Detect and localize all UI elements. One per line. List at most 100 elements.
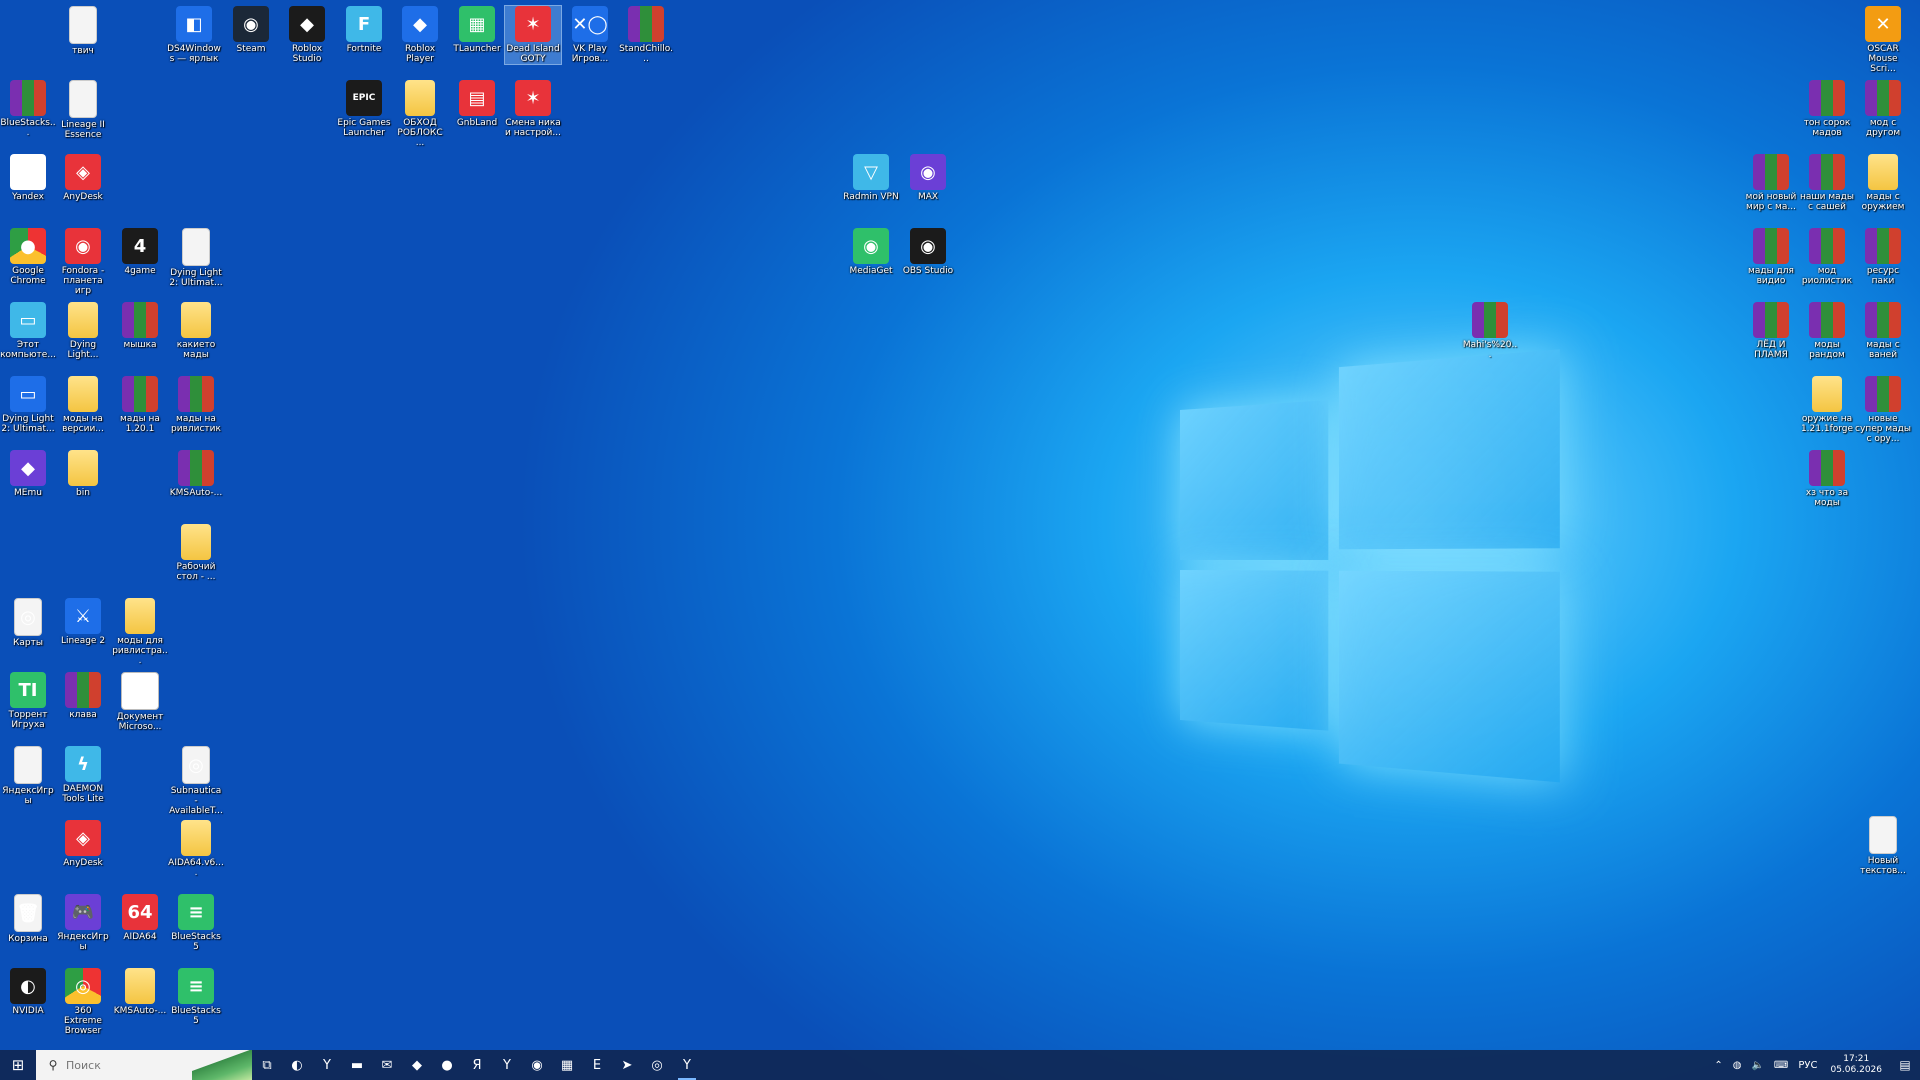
search-input[interactable] <box>64 1057 188 1073</box>
desktop-icon[interactable]: ◐ NVIDIA <box>0 968 56 1016</box>
clock[interactable]: 17:21 05.06.2026 <box>1822 1054 1890 1076</box>
desktop-icon[interactable]: ✕ OSCAR Mouse Scri... <box>1855 6 1911 74</box>
roblox-icon[interactable]: ◆ <box>402 1050 432 1080</box>
desktop-icon[interactable]: ◉ Steam <box>223 6 279 54</box>
yandex-icon[interactable]: Я <box>462 1050 492 1080</box>
desktop-icon[interactable]: ● Google Chrome <box>0 228 56 286</box>
yandex-music-icon[interactable]: Y <box>492 1050 522 1080</box>
desktop-icon[interactable]: мады на ривлистик <box>168 376 224 434</box>
desktop-icon[interactable]: Lineage II Essence <box>55 80 111 140</box>
desktop-icon[interactable]: ✶ Dead Island GOTY <box>504 5 562 65</box>
desktop-icon[interactable]: ≡ BlueStacks 5 <box>168 894 224 952</box>
desktop-icon[interactable]: F Fortnite <box>336 6 392 54</box>
desktop-icon[interactable]: ЯндексИгры <box>0 746 56 806</box>
desktop-icon[interactable]: ◎ Subnautica - AvailableT... <box>168 746 224 816</box>
desktop-icon[interactable]: ЛЁД И ПЛАМЯ <box>1743 302 1799 360</box>
desktop-icon[interactable]: ресурс паки <box>1855 228 1911 286</box>
desktop-icon[interactable]: моды на версии... <box>55 376 111 434</box>
desktop-icon[interactable]: мышка <box>112 302 168 350</box>
search-box[interactable]: ⚲ <box>36 1050 252 1080</box>
desktop-icon[interactable]: ◉ MAX <box>900 154 956 202</box>
desktop-icon[interactable]: 4 4game <box>112 228 168 276</box>
desktop-icon[interactable]: ◉ OBS Studio <box>900 228 956 276</box>
desktop-icon[interactable]: TI Торрент Игруха <box>0 672 56 730</box>
desktop-icon[interactable]: твич <box>55 6 111 56</box>
desktop-icon[interactable]: мод риолистик <box>1799 228 1855 286</box>
desktop-icon[interactable]: Y Yandex <box>0 154 56 202</box>
start-button[interactable]: ⊞ <box>0 1050 36 1080</box>
desktop-icon[interactable]: мады для видио <box>1743 228 1799 286</box>
desktop-icon[interactable]: мады на 1.20.1 <box>112 376 168 434</box>
keyboard-icon[interactable]: ⌨ <box>1769 1060 1793 1071</box>
desktop-icon[interactable]: ✶ Смена ника и настрой... <box>505 80 561 138</box>
desktop-icon[interactable]: ◆ MEmu <box>0 450 56 498</box>
desktop-icon[interactable]: ◈ AnyDesk <box>55 820 111 868</box>
notification-icon[interactable]: ▤ <box>1890 1058 1920 1072</box>
desktop-icon[interactable]: ≡ BlueStacks 5 <box>168 968 224 1026</box>
desktop-icon[interactable]: оружие на 1.21.1forge <box>1799 376 1855 434</box>
network-icon[interactable]: ◍ <box>1728 1060 1747 1071</box>
language-indicator[interactable]: РУС <box>1793 1060 1822 1071</box>
desktop-icon[interactable]: 🗑 Корзина <box>0 894 56 944</box>
desktop-icon[interactable]: моды рандом <box>1799 302 1855 360</box>
desktop-icon[interactable]: ⚔ Lineage 2 <box>55 598 111 646</box>
desktop-icon[interactable]: ▭ Этот компьюте... <box>0 302 56 360</box>
desktop-icon[interactable]: ◉ Fondora - планета игр <box>55 228 111 296</box>
desktop-icon[interactable]: хз что за моды <box>1799 450 1855 508</box>
desktop-icon[interactable]: моды для ривлистра... <box>112 598 168 666</box>
desktop-icon[interactable]: ◆ Roblox Player <box>392 6 448 64</box>
desktop-icon[interactable]: KMSAuto-... <box>112 968 168 1016</box>
edge-icon[interactable]: ◐ <box>282 1050 312 1080</box>
desktop-icon[interactable]: Dying Light 2: Ultimat... <box>168 228 224 288</box>
desktop-icon[interactable]: bin <box>55 450 111 498</box>
app-red-icon[interactable]: ● <box>432 1050 462 1080</box>
desktop-icon[interactable]: Mahi's%20... <box>1462 302 1518 360</box>
desktop-icon[interactable]: StandChillo... <box>618 6 674 64</box>
desktop-icon[interactable]: Новый текстов... <box>1855 816 1911 876</box>
desktop-icon[interactable]: KMSAuto-... <box>168 450 224 498</box>
desktop-icon[interactable]: ◎ Карты <box>0 598 56 648</box>
desktop-icon[interactable]: ϟ DAEMON Tools Lite <box>55 746 111 804</box>
desktop-icon[interactable]: ◉ MediaGet <box>843 228 899 276</box>
desktop-icon[interactable]: ▦ TLauncher <box>449 6 505 54</box>
desktop-icon[interactable]: мады с ваней <box>1855 302 1911 360</box>
minecraft-icon[interactable]: ▦ <box>552 1050 582 1080</box>
desktop-icon[interactable]: ▤ GnbLand <box>449 80 505 128</box>
desktop-icon[interactable]: какието мады <box>168 302 224 360</box>
desktop-icon[interactable]: мады с оружием <box>1855 154 1911 212</box>
desktop-icon[interactable]: ▽ Radmin VPN <box>843 154 899 202</box>
task-view-icon[interactable]: ⧉ <box>252 1050 282 1080</box>
desktop-icon[interactable]: 🎮 ЯндексИгры <box>55 894 111 952</box>
epic-games-icon[interactable]: E <box>582 1050 612 1080</box>
desktop-icon[interactable]: ✕◯ VK Play Игров... <box>562 6 618 64</box>
desktop-icon[interactable]: ОБХОД РОБЛОКС ... <box>392 80 448 148</box>
desktop-icon[interactable]: BlueStacks... <box>0 80 56 138</box>
desktop-icon[interactable]: мод с другом <box>1855 80 1911 138</box>
desktop-icon[interactable]: ◧ DS4Windows — ярлык <box>166 6 222 64</box>
desktop-icon[interactable]: ◆ Roblox Studio <box>279 6 335 64</box>
desktop-icon[interactable]: AIDA64.v6.... <box>168 820 224 878</box>
file-explorer-icon[interactable]: ▬ <box>342 1050 372 1080</box>
desktop-icon[interactable]: ◎ 360 Extreme Browser <box>55 968 111 1036</box>
chrome-icon[interactable]: ◎ <box>642 1050 672 1080</box>
desktop-icon[interactable]: 64 AIDA64 <box>112 894 168 942</box>
desktop-icon[interactable]: Dying Light... <box>55 302 111 360</box>
desktop-icon[interactable]: Рабочий стол - ... <box>168 524 224 582</box>
telegram-icon[interactable]: ➤ <box>612 1050 642 1080</box>
yandex-browser-icon[interactable]: Y <box>312 1050 342 1080</box>
desktop-icon-label: Lineage II Essence <box>61 120 105 140</box>
yandex-browser-active-icon[interactable]: Y <box>672 1050 702 1080</box>
desktop-icon[interactable]: EPIC Epic Games Launcher <box>336 80 392 138</box>
desktop-icon[interactable]: тон сорок мадов <box>1799 80 1855 138</box>
desktop-icon[interactable]: мой новый мир с ма... <box>1743 154 1799 212</box>
gamepad-icon[interactable]: ◉ <box>522 1050 552 1080</box>
desktop-icon[interactable]: ◈ AnyDesk <box>55 154 111 202</box>
desktop-icon[interactable]: клава <box>55 672 111 720</box>
mail-icon[interactable]: ✉ <box>372 1050 402 1080</box>
desktop-icon[interactable]: W Документ Microso... <box>112 672 168 732</box>
chevron-up-icon[interactable]: ⌃ <box>1709 1060 1727 1071</box>
volume-icon[interactable]: 🔈 <box>1746 1060 1768 1071</box>
desktop-icon[interactable]: ▭ Dying Light 2: Ultimat... <box>0 376 56 434</box>
desktop-icon[interactable]: новые супер мады с ору... <box>1855 376 1911 444</box>
desktop-icon[interactable]: наши мады с сашей <box>1799 154 1855 212</box>
